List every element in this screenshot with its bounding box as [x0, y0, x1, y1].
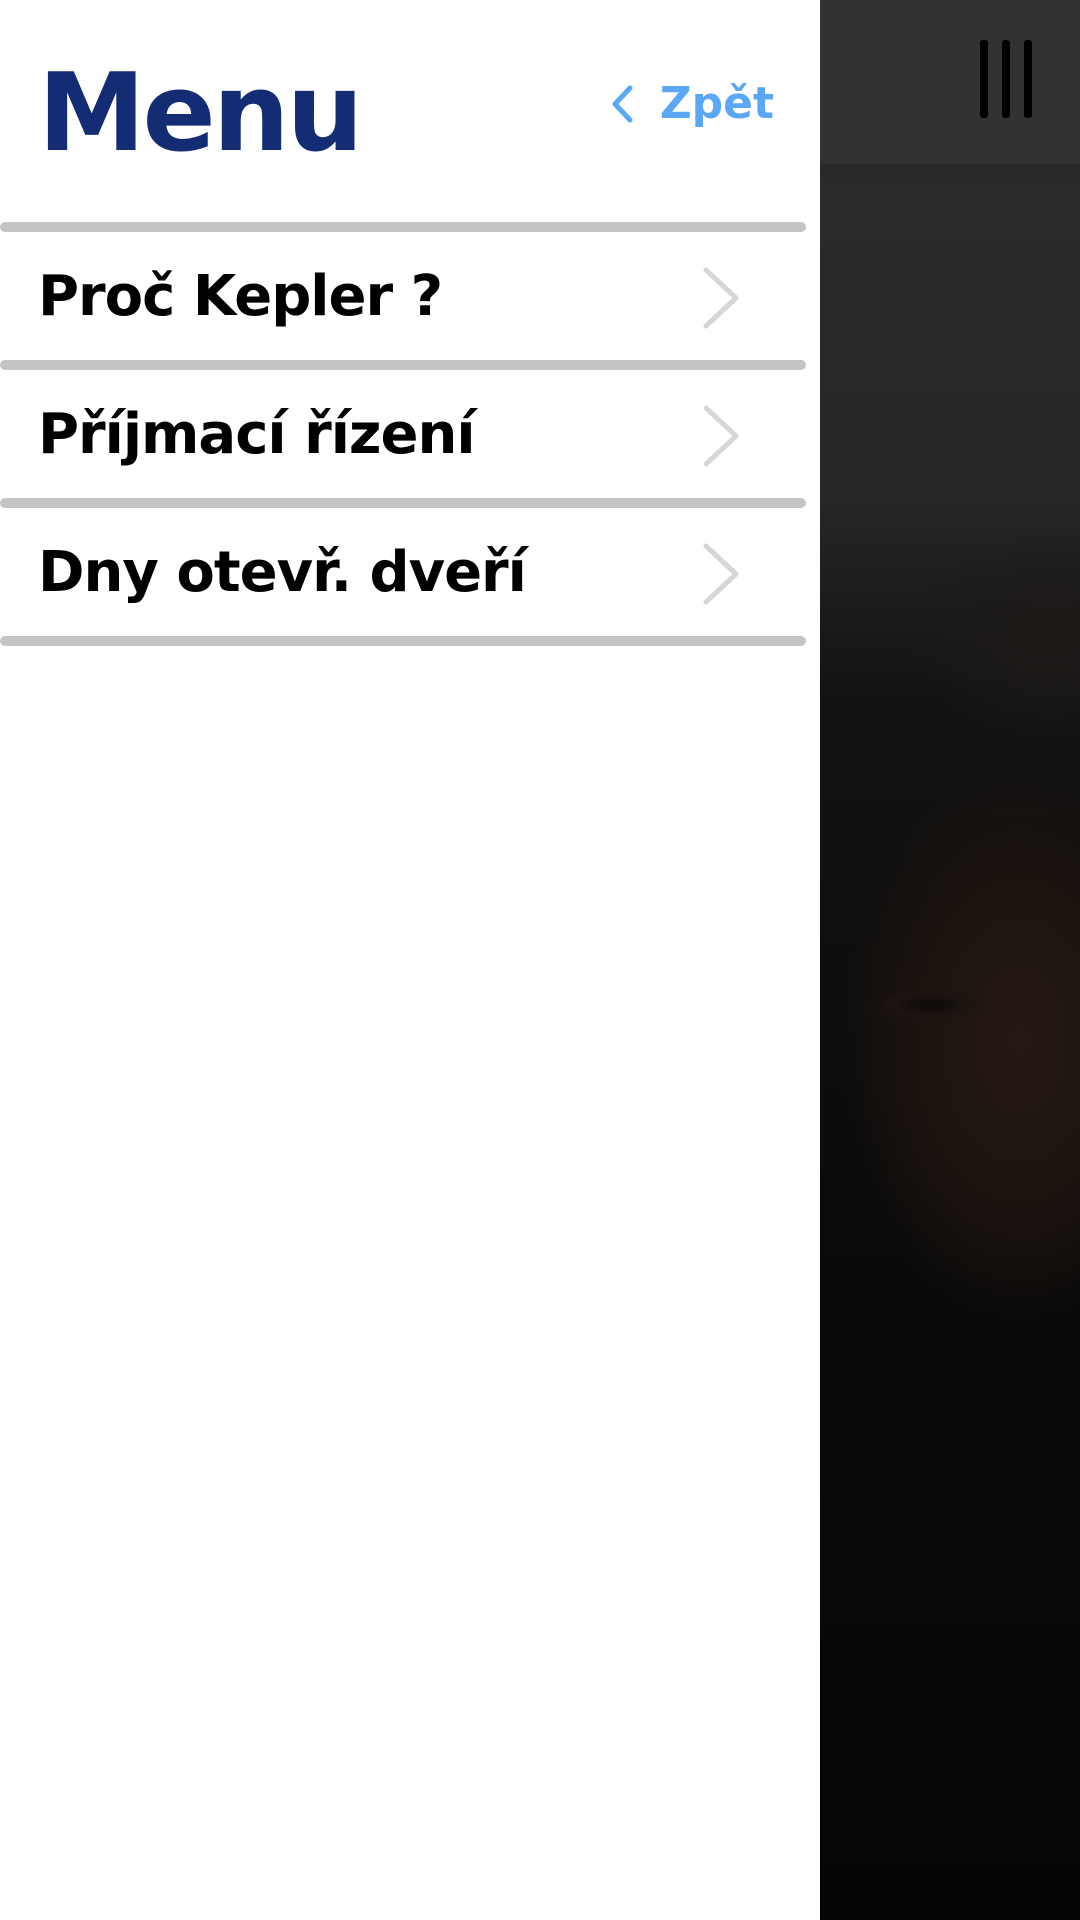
menu-item-proc-kepler[interactable]: Proč Kepler ?: [0, 232, 808, 360]
divider: [0, 636, 806, 646]
hamburger-bar: [1002, 40, 1010, 118]
menu-item-label: Dny otevř. dveří: [38, 539, 527, 605]
divider: [0, 222, 806, 232]
chevron-right-icon: [703, 405, 739, 467]
chevron-right-icon: [703, 543, 739, 605]
divider: [0, 360, 806, 370]
menu-drawer: Menu Zpět Proč Kepler ? Příjmací řízení: [0, 0, 820, 1920]
menu-list: Proč Kepler ? Příjmací řízení Dny otevř.…: [0, 222, 808, 646]
chevron-right-icon: [703, 267, 739, 329]
menu-item-dny-otevrenych-dveri[interactable]: Dny otevř. dveří: [0, 508, 808, 636]
hamburger-bar: [1024, 40, 1032, 118]
divider: [0, 498, 806, 508]
menu-item-label: Příjmací řízení: [38, 401, 476, 467]
background-top-bar: [820, 0, 1080, 164]
drawer-title: Menu: [38, 51, 363, 176]
hamburger-bar: [980, 40, 988, 118]
back-button[interactable]: Zpět: [610, 78, 774, 129]
chevron-left-icon: [612, 85, 633, 122]
menu-item-prijmaci-rizeni[interactable]: Příjmací řízení: [0, 370, 808, 498]
background-photo-subject: [820, 560, 1080, 1460]
hamburger-icon[interactable]: [980, 40, 1032, 118]
app-screen: Menu Zpět Proč Kepler ? Příjmací řízení: [0, 0, 1080, 1920]
back-button-label: Zpět: [659, 78, 774, 129]
menu-item-label: Proč Kepler ?: [38, 263, 443, 329]
